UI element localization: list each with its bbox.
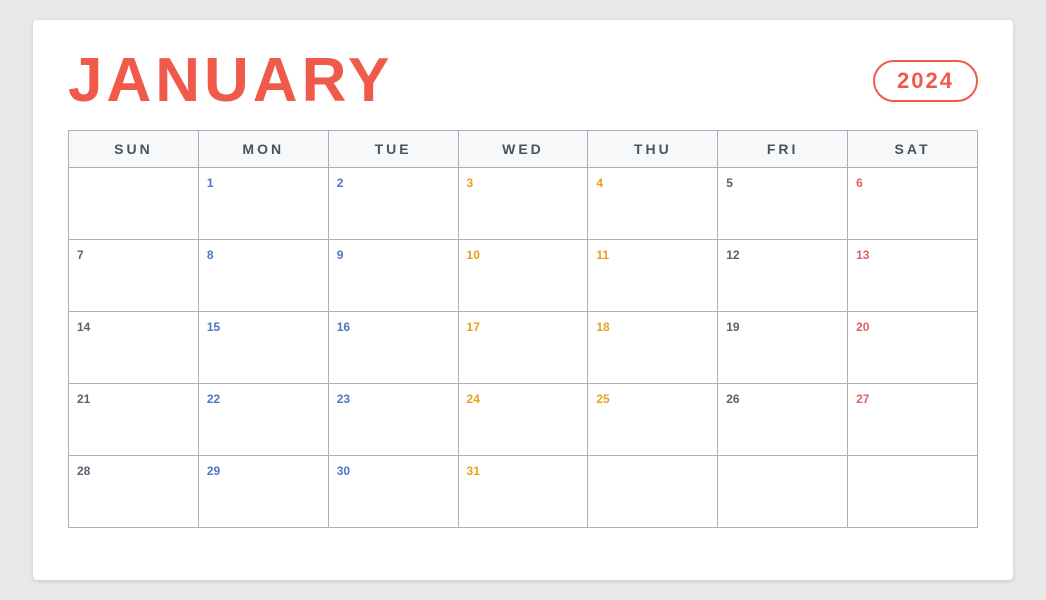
day-cell[interactable]: 22 [198,384,328,456]
header-wed: WED [458,131,588,168]
day-number: 8 [207,248,214,262]
day-number: 24 [467,392,480,406]
day-number: 25 [596,392,609,406]
day-cell[interactable] [69,168,199,240]
day-number: 22 [207,392,220,406]
day-number: 12 [726,248,739,262]
day-number: 10 [467,248,480,262]
day-number: 6 [856,176,863,190]
day-cell[interactable]: 23 [328,384,458,456]
day-cell[interactable]: 31 [458,456,588,528]
day-cell[interactable]: 1 [198,168,328,240]
day-cell[interactable]: 19 [718,312,848,384]
month-title: JANUARY [68,50,393,112]
day-number: 27 [856,392,869,406]
calendar-header: JANUARY 2024 [68,50,978,112]
day-number: 20 [856,320,869,334]
week-row-2: 7 8 9 10 11 12 13 [69,240,978,312]
days-header-row: SUN MON TUE WED THU FRI SAT [69,131,978,168]
week-row-1: 1 2 3 4 5 6 [69,168,978,240]
day-number: 30 [337,464,350,478]
day-number: 7 [77,248,84,262]
day-number: 23 [337,392,350,406]
week-row-5: 28 29 30 31 [69,456,978,528]
day-cell[interactable] [848,456,978,528]
day-cell[interactable]: 15 [198,312,328,384]
day-number: 2 [337,176,344,190]
day-number: 18 [596,320,609,334]
day-number: 15 [207,320,220,334]
day-cell[interactable]: 5 [718,168,848,240]
day-number: 28 [77,464,90,478]
day-cell[interactable] [718,456,848,528]
day-cell[interactable]: 4 [588,168,718,240]
day-cell[interactable]: 8 [198,240,328,312]
calendar-grid: SUN MON TUE WED THU FRI SAT 123456789101… [68,130,978,528]
day-number: 29 [207,464,220,478]
header-sat: SAT [848,131,978,168]
day-cell[interactable]: 2 [328,168,458,240]
week-row-3: 14 15 16 17 18 19 20 [69,312,978,384]
day-number: 16 [337,320,350,334]
day-cell[interactable]: 30 [328,456,458,528]
day-cell[interactable]: 7 [69,240,199,312]
day-cell[interactable]: 27 [848,384,978,456]
year-badge: 2024 [873,60,978,102]
day-number: 11 [596,248,609,262]
day-cell[interactable]: 13 [848,240,978,312]
day-number: 21 [77,392,90,406]
day-number: 13 [856,248,869,262]
day-cell[interactable]: 11 [588,240,718,312]
day-number: 26 [726,392,739,406]
day-cell[interactable]: 28 [69,456,199,528]
header-tue: TUE [328,131,458,168]
day-cell[interactable]: 18 [588,312,718,384]
week-row-4: 21 22 23 24 25 26 27 [69,384,978,456]
day-cell[interactable]: 21 [69,384,199,456]
day-cell[interactable]: 20 [848,312,978,384]
day-cell[interactable]: 26 [718,384,848,456]
day-cell[interactable]: 17 [458,312,588,384]
day-number: 14 [77,320,90,334]
day-number: 1 [207,176,214,190]
day-cell[interactable]: 9 [328,240,458,312]
day-number: 17 [467,320,480,334]
day-cell[interactable]: 12 [718,240,848,312]
header-thu: THU [588,131,718,168]
day-number: 3 [467,176,474,190]
day-cell[interactable]: 16 [328,312,458,384]
day-number: 5 [726,176,733,190]
day-cell[interactable] [588,456,718,528]
day-cell[interactable]: 3 [458,168,588,240]
day-number: 9 [337,248,344,262]
day-cell[interactable]: 6 [848,168,978,240]
day-number: 4 [596,176,603,190]
day-number: 31 [467,464,480,478]
day-cell[interactable]: 10 [458,240,588,312]
day-cell[interactable]: 24 [458,384,588,456]
calendar-container: JANUARY 2024 SUN MON TUE WED THU FRI SAT… [33,20,1013,580]
day-cell[interactable]: 14 [69,312,199,384]
day-number: 19 [726,320,739,334]
header-mon: MON [198,131,328,168]
day-cell[interactable]: 29 [198,456,328,528]
header-fri: FRI [718,131,848,168]
header-sun: SUN [69,131,199,168]
day-cell[interactable]: 25 [588,384,718,456]
